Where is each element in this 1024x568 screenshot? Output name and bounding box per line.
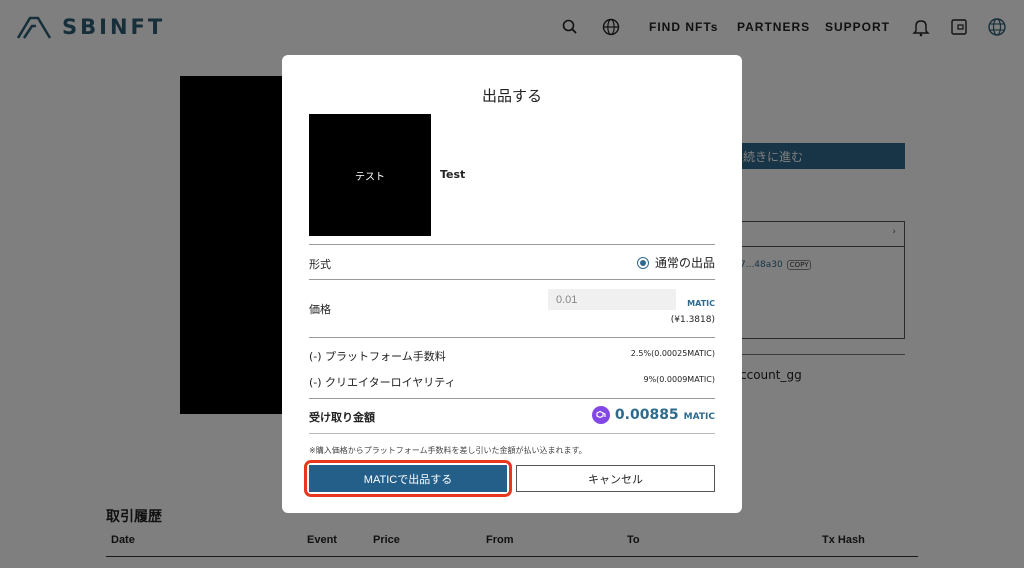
thumbnail-text: テスト xyxy=(355,171,385,183)
nft-thumbnail: テスト xyxy=(309,114,431,236)
royalty-value: 9%(0.0009MATIC) xyxy=(643,375,715,384)
royalty-label: (-) クリエイターロイヤリティ xyxy=(309,376,456,389)
price-input[interactable] xyxy=(548,289,676,310)
receive-label: 受け取り金額 xyxy=(309,411,375,424)
divider xyxy=(309,433,715,434)
list-with-matic-button[interactable]: MATICで出品する xyxy=(309,465,507,492)
format-label: 形式 xyxy=(309,258,331,271)
price-jpy: (¥1.3818) xyxy=(670,315,715,325)
payout-note: ※購入価格からプラットフォーム手数料を差し引いた金額が払い込まれます。 xyxy=(309,446,587,455)
modal-title: 出品する xyxy=(481,87,542,105)
listing-modal: 出品する テスト Test 形式 通常の出品 価格 MATIC (¥1.3818… xyxy=(282,55,742,513)
cancel-button[interactable]: キャンセル xyxy=(516,465,715,492)
divider xyxy=(309,244,715,245)
receive-amount-value: 0.00885 xyxy=(614,407,679,423)
receive-amount: 0.00885 MATIC xyxy=(591,406,715,424)
polygon-icon xyxy=(591,406,610,424)
receive-amount-unit: MATIC xyxy=(683,411,715,422)
price-unit: MATIC xyxy=(687,299,715,308)
platform-fee-value: 2.5%(0.00025MATIC) xyxy=(630,349,715,358)
radio-selected-icon[interactable] xyxy=(636,256,649,269)
divider xyxy=(309,398,715,399)
platform-fee-label: (-) プラットフォーム手数料 xyxy=(309,350,446,363)
price-label: 価格 xyxy=(309,303,331,316)
format-option-label: 通常の出品 xyxy=(654,256,715,270)
format-radio-normal[interactable]: 通常の出品 xyxy=(636,254,715,271)
item-name: Test xyxy=(440,168,466,181)
divider xyxy=(309,337,715,338)
divider xyxy=(309,279,715,280)
